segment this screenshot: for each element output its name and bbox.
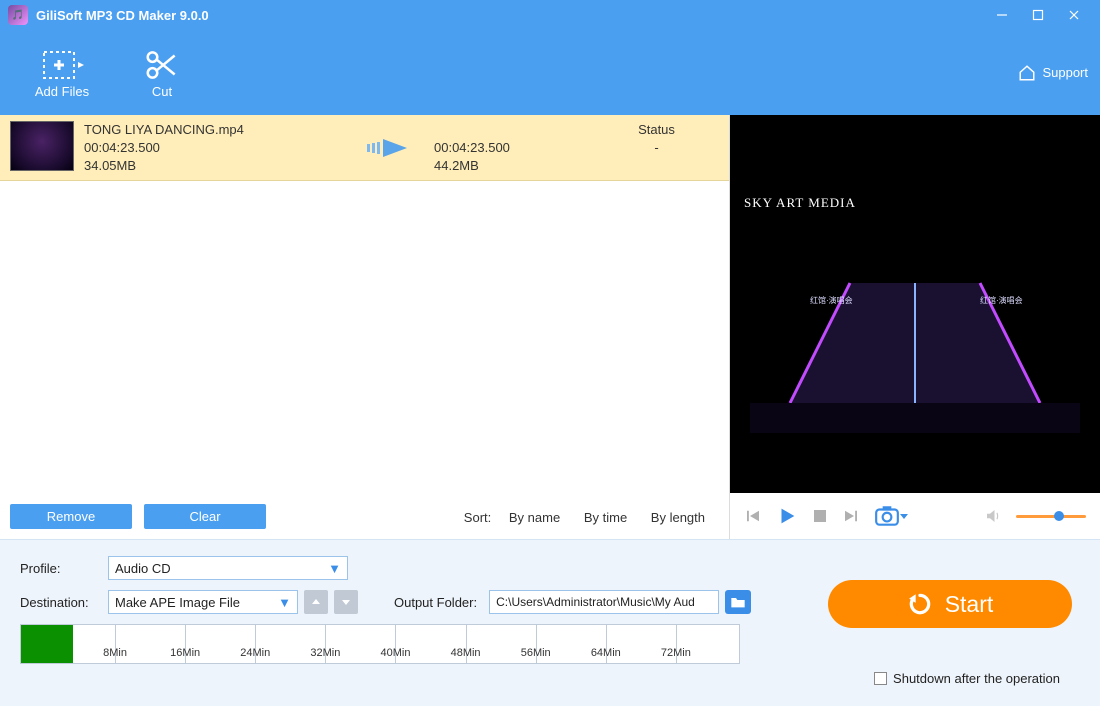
browse-folder-button[interactable] bbox=[725, 590, 751, 614]
titlebar: 🎵 GiliSoft MP3 CD Maker 9.0.0 bbox=[0, 0, 1100, 30]
timeline-tick-label: 72Min bbox=[661, 647, 691, 659]
chevron-down-icon: ▼ bbox=[328, 561, 341, 576]
video-watermark: SKY ART MEDIA bbox=[744, 195, 856, 211]
cut-label: Cut bbox=[152, 84, 172, 99]
next-track-button[interactable] bbox=[842, 507, 860, 525]
move-up-button[interactable] bbox=[304, 590, 328, 614]
target-size: 44.2MB bbox=[434, 157, 584, 175]
stage-scene: 红馆·演唱会 红馆·演唱会 bbox=[730, 253, 1100, 453]
timeline-tick-label: 56Min bbox=[521, 647, 551, 659]
sort-by-length[interactable]: By length bbox=[651, 510, 705, 525]
file-thumbnail bbox=[10, 121, 74, 171]
svg-text:红馆·演唱会: 红馆·演唱会 bbox=[810, 295, 853, 305]
stop-button[interactable] bbox=[812, 508, 828, 524]
checkbox-icon bbox=[874, 672, 887, 685]
add-files-button[interactable]: Add Files bbox=[12, 33, 112, 113]
cut-button[interactable]: Cut bbox=[112, 33, 212, 113]
close-button[interactable] bbox=[1056, 0, 1092, 30]
main-toolbar: Add Files Cut Support bbox=[0, 30, 1100, 115]
timeline-used bbox=[21, 625, 73, 663]
svg-text:红馆·演唱会: 红馆·演唱会 bbox=[980, 295, 1023, 305]
profile-value: Audio CD bbox=[115, 561, 171, 576]
profile-combo[interactable]: Audio CD ▼ bbox=[108, 556, 348, 580]
shutdown-label: Shutdown after the operation bbox=[893, 671, 1060, 686]
arrow-right-icon bbox=[365, 137, 413, 159]
refresh-icon bbox=[907, 591, 933, 617]
support-link[interactable]: Support bbox=[1018, 64, 1088, 82]
volume-slider[interactable] bbox=[1016, 515, 1086, 518]
source-duration: 00:04:23.500 bbox=[84, 139, 344, 157]
content-area: TONG LIYA DANCING.mp4 00:04:23.500 34.05… bbox=[0, 115, 1100, 539]
app-title: GiliSoft MP3 CD Maker 9.0.0 bbox=[36, 8, 209, 23]
profile-label: Profile: bbox=[20, 561, 108, 576]
timeline-tick-label: 24Min bbox=[240, 647, 270, 659]
move-down-button[interactable] bbox=[334, 590, 358, 614]
destination-value: Make APE Image File bbox=[115, 595, 240, 610]
start-label: Start bbox=[945, 591, 994, 618]
preview-panel: SKY ART MEDIA 红馆·演唱会 红馆·演唱会 bbox=[730, 115, 1100, 539]
file-row[interactable]: TONG LIYA DANCING.mp4 00:04:23.500 34.05… bbox=[0, 115, 729, 181]
timeline-tick-label: 16Min bbox=[170, 647, 200, 659]
timeline-tick-label: 64Min bbox=[591, 647, 621, 659]
video-preview[interactable]: SKY ART MEDIA 红馆·演唱会 红馆·演唱会 bbox=[730, 115, 1100, 493]
destination-combo[interactable]: Make APE Image File ▼ bbox=[108, 590, 298, 614]
target-duration: 00:04:23.500 bbox=[434, 139, 584, 157]
sort-by-time[interactable]: By time bbox=[584, 510, 627, 525]
timeline-tick-label: 48Min bbox=[451, 647, 481, 659]
status-header: Status bbox=[594, 121, 719, 139]
timeline-tick-label: 32Min bbox=[310, 647, 340, 659]
add-files-icon bbox=[40, 46, 84, 84]
timeline-tick-label: 40Min bbox=[380, 647, 410, 659]
maximize-button[interactable] bbox=[1020, 0, 1056, 30]
destination-label: Destination: bbox=[20, 595, 108, 610]
file-list: TONG LIYA DANCING.mp4 00:04:23.500 34.05… bbox=[0, 115, 730, 539]
sort-by-name[interactable]: By name bbox=[509, 510, 560, 525]
snapshot-button[interactable] bbox=[874, 505, 908, 527]
preview-controls bbox=[730, 493, 1100, 539]
timeline-tick-label: 8Min bbox=[103, 647, 127, 659]
start-button[interactable]: Start bbox=[828, 580, 1072, 628]
prev-track-button[interactable] bbox=[744, 507, 762, 525]
sort-controls: Sort: By name By time By length bbox=[464, 510, 715, 525]
source-size: 34.05MB bbox=[84, 157, 344, 175]
disc-timeline: 8Min 16Min 24Min 32Min 40Min 48Min 56Min 64Min 7… bbox=[20, 624, 740, 664]
shutdown-checkbox[interactable]: Shutdown after the operation bbox=[874, 671, 1060, 686]
support-label: Support bbox=[1042, 65, 1088, 80]
bottom-panel: Profile: Audio CD ▼ Destination: Make AP… bbox=[0, 539, 1100, 706]
sort-label: Sort: bbox=[464, 510, 491, 525]
status-value: - bbox=[594, 139, 719, 157]
chevron-down-icon: ▼ bbox=[278, 595, 291, 610]
output-folder-input[interactable] bbox=[489, 590, 719, 614]
clear-button[interactable]: Clear bbox=[144, 504, 266, 529]
play-button[interactable] bbox=[776, 505, 798, 527]
app-logo-icon: 🎵 bbox=[8, 5, 28, 25]
file-name: TONG LIYA DANCING.mp4 bbox=[84, 121, 344, 139]
minimize-button[interactable] bbox=[984, 0, 1020, 30]
remove-button[interactable]: Remove bbox=[10, 504, 132, 529]
output-folder-label: Output Folder: bbox=[394, 595, 477, 610]
scissors-icon bbox=[142, 46, 182, 84]
home-icon bbox=[1018, 64, 1036, 82]
add-files-label: Add Files bbox=[35, 84, 89, 99]
volume-icon[interactable] bbox=[984, 507, 1002, 525]
